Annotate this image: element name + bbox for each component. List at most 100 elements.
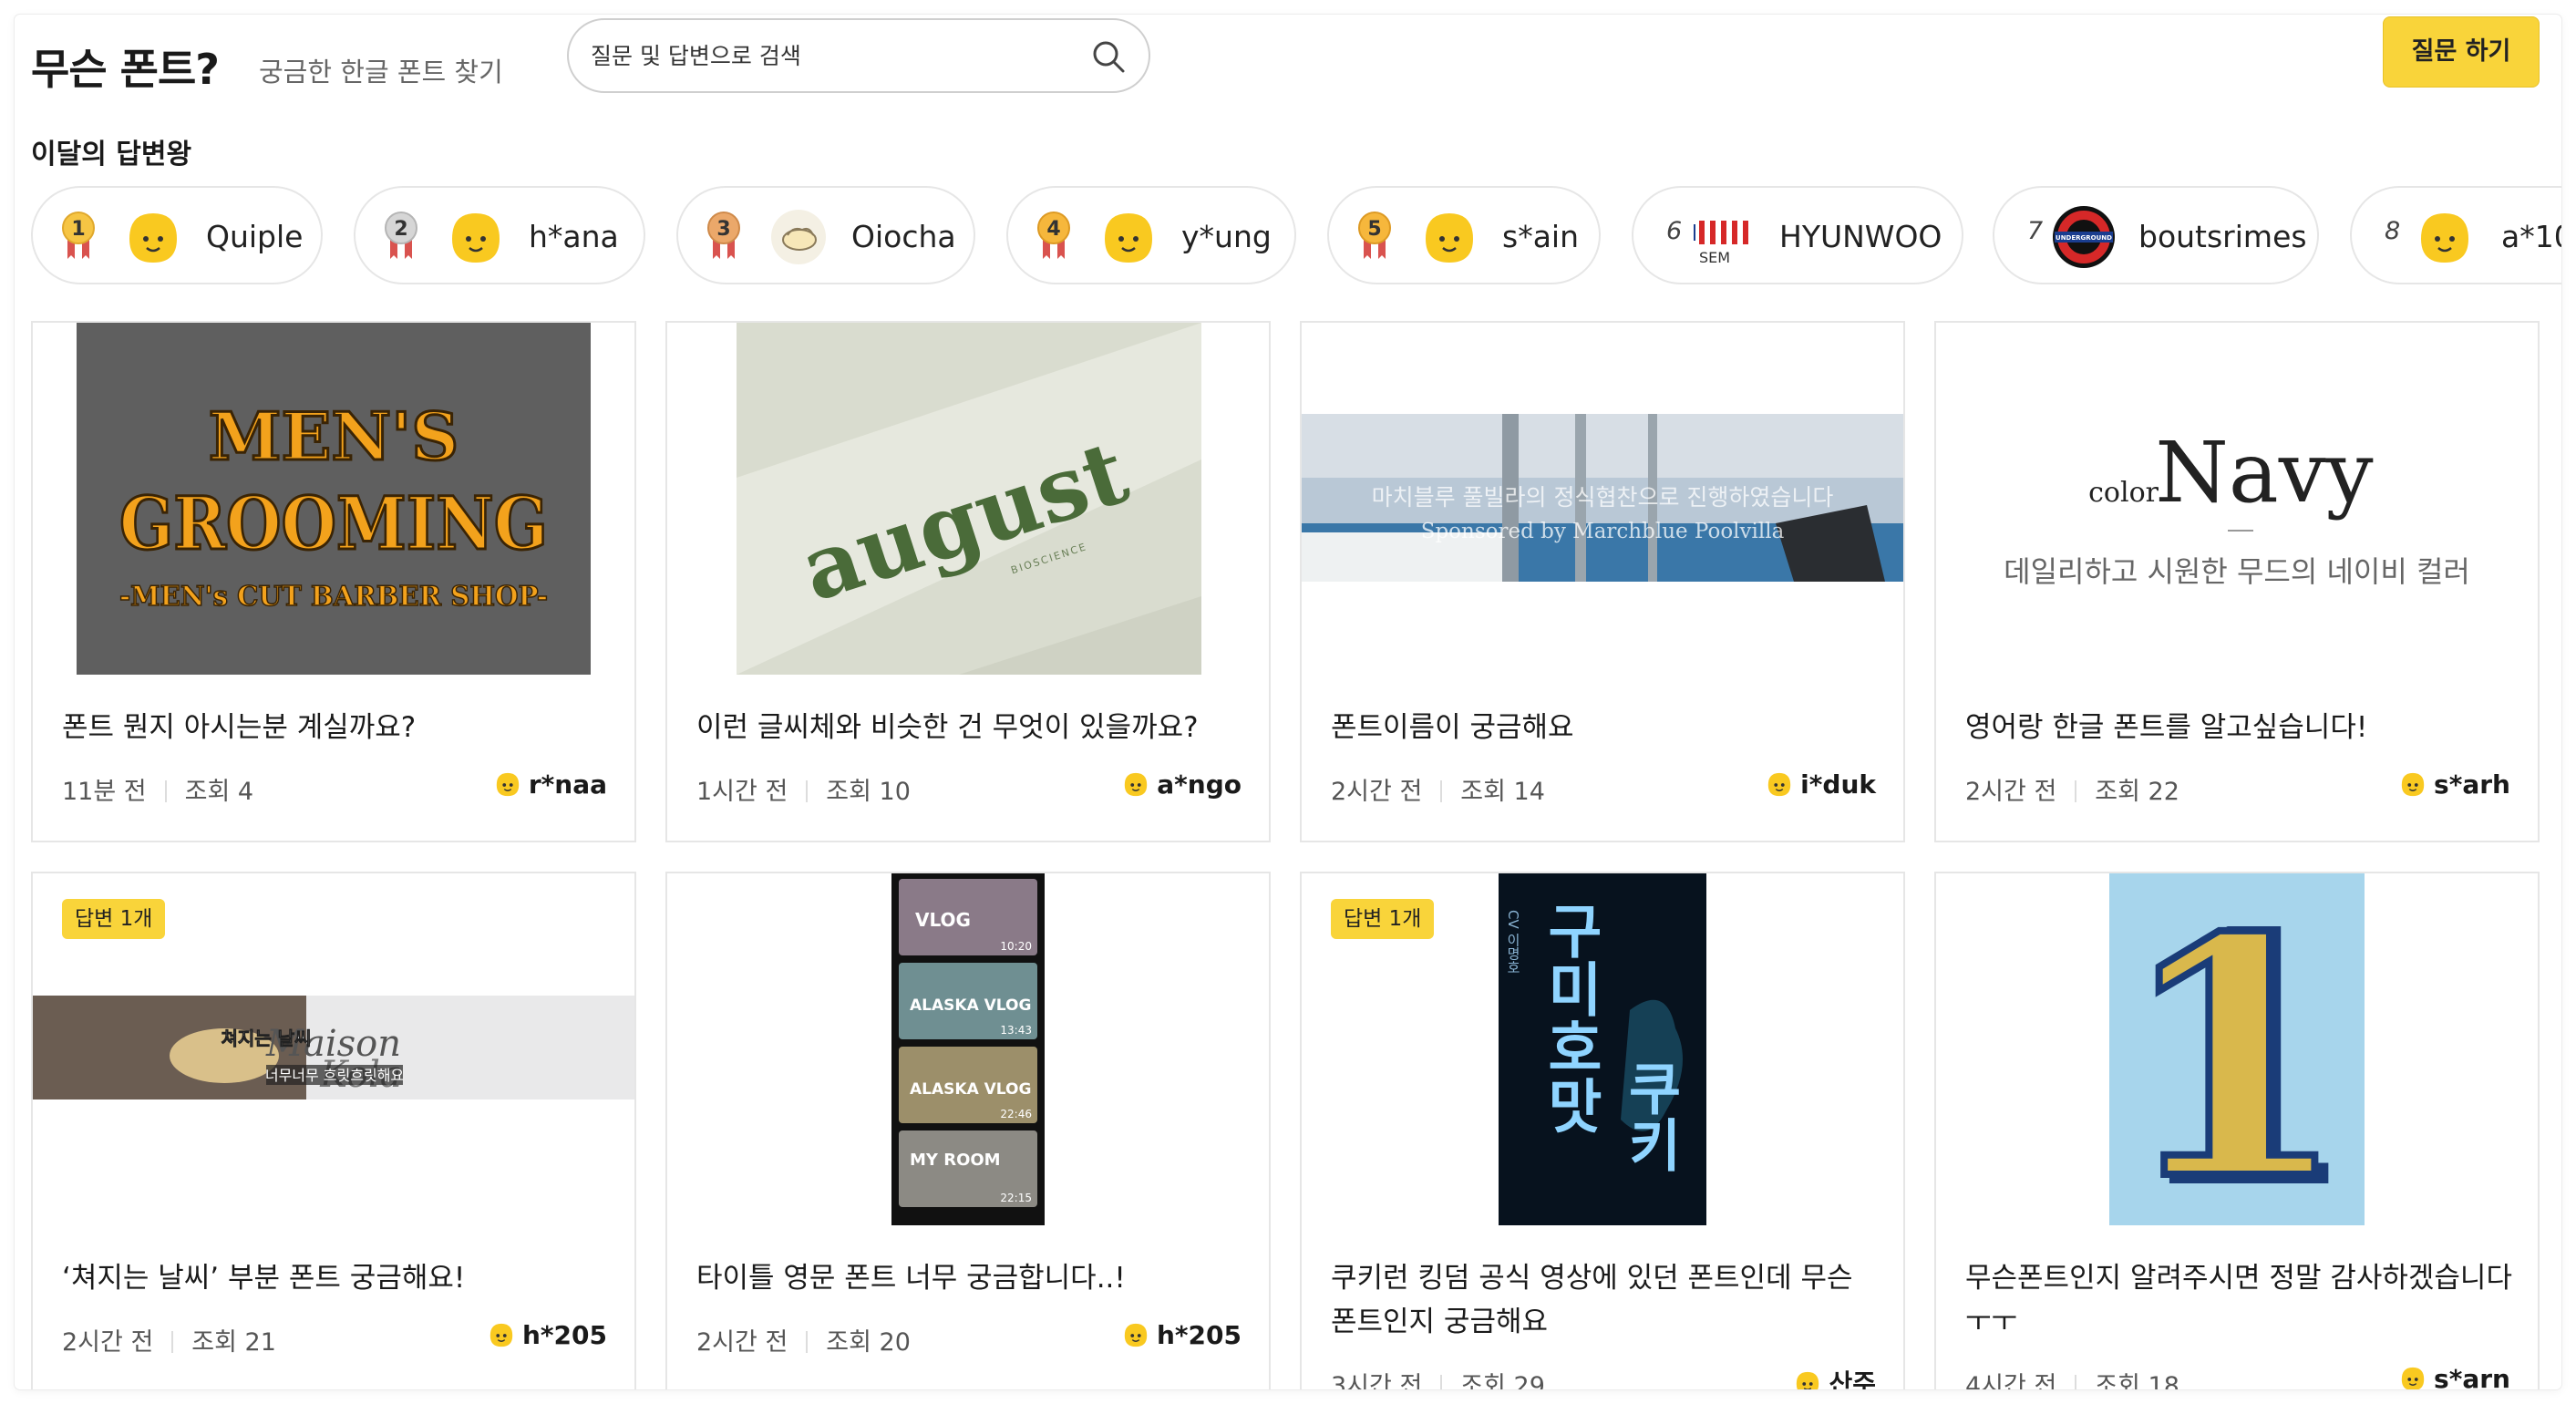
question-meta: 1시간 전 조회 10 xyxy=(696,771,911,807)
posted-time: 1시간 전 xyxy=(696,778,788,806)
meta-divider xyxy=(171,1331,174,1353)
leader-item[interactable]: 6 SEM HYUNWOO xyxy=(1632,186,1963,284)
svg-text:GROOMING: GROOMING xyxy=(119,480,548,566)
meta-divider xyxy=(1440,780,1443,802)
question-card[interactable]: august BIOSCIENCE 이런 글씨체와 비슷한 건 무엇이 있을까요… xyxy=(665,321,1271,842)
question-image[interactable]: color Navy 데일리하고 시원한 무드의 네이비 컬러 xyxy=(1936,323,2538,675)
orange-medal-icon: 4 xyxy=(1037,212,1070,259)
svg-text:쿠키: 쿠키 xyxy=(1617,1059,1684,1172)
question-title[interactable]: 폰트이름이 궁금해요 xyxy=(1331,706,1878,749)
view-count: 조회 18 xyxy=(2095,1372,2179,1389)
svg-text:10:20: 10:20 xyxy=(1000,940,1032,953)
page: 무슨 폰트? 궁금한 한글 폰트 찾기 질문 하기 이달의 답변왕 1 xyxy=(15,15,2561,1389)
svg-text:5: 5 xyxy=(1367,218,1381,241)
meta-divider xyxy=(164,780,167,802)
leaderboard-list: 1 Quiple 2 h*ana 3 Oiocha 4 y*ung 5 s*ai… xyxy=(31,186,2561,288)
question-title[interactable]: 이런 글씨체와 비슷한 건 무엇이 있을까요? xyxy=(696,706,1243,749)
meta-divider xyxy=(2075,780,2077,802)
barber-shop-image: MEN'S GROOMING -MEN's CUT BARBER SHOP- xyxy=(33,323,634,675)
svg-text:VLOG: VLOG xyxy=(915,909,971,931)
leader-item[interactable]: 1 Quiple xyxy=(31,186,323,284)
orange-medal-icon: 5 xyxy=(1358,212,1391,259)
meta-divider xyxy=(2075,1375,2077,1389)
question-card[interactable]: 답변 1개 CV 이명호 구미호맛 쿠키 쿠키런 킹덤 공식 영상에 있던 폰트… xyxy=(1300,872,1905,1389)
svg-text:ALASKA VLOG: ALASKA VLOG xyxy=(910,996,1031,1015)
leader-item[interactable]: 3 Oiocha xyxy=(676,186,975,284)
author[interactable]: s*arh xyxy=(2399,769,2510,800)
question-image[interactable]: 마치블루 풀빌라의 정식협찬으로 진행하였습니다 Sponsored by Ma… xyxy=(1302,323,1903,675)
august-logo-image: august BIOSCIENCE xyxy=(667,323,1269,675)
search-box[interactable] xyxy=(567,18,1150,93)
leader-item[interactable]: 4 y*ung xyxy=(1006,186,1296,284)
svg-text:ALASKA VLOG: ALASKA VLOG xyxy=(910,1080,1031,1099)
svg-text:SEM: SEM xyxy=(1699,249,1730,266)
question-card[interactable]: color Navy 데일리하고 시원한 무드의 네이비 컬러 영어랑 한글 폰… xyxy=(1934,321,2540,842)
bronze-medal-icon: 3 xyxy=(707,212,740,259)
view-count: 조회 20 xyxy=(826,1328,911,1357)
svg-text:CV 이명호: CV 이명호 xyxy=(1505,910,1521,975)
leader-item[interactable]: 2 h*ana xyxy=(354,186,645,284)
leader-item[interactable]: 5 s*ain xyxy=(1327,186,1601,284)
author[interactable]: s*arn xyxy=(2399,1364,2510,1389)
question-meta: 2시간 전 조회 22 xyxy=(1965,771,2179,807)
question-meta: 2시간 전 조회 20 xyxy=(696,1322,911,1358)
smiley-avatar-icon xyxy=(2401,772,2425,797)
svg-text:너무너무 흐릿흐릿해요: 너무너무 흐릿흐릿해요 xyxy=(265,1067,404,1084)
question-title[interactable]: 영어랑 한글 폰트를 알고싶습니다! xyxy=(1965,706,2512,749)
question-card[interactable]: 마치블루 풀빌라의 정식협찬으로 진행하였습니다 Sponsored by Ma… xyxy=(1300,321,1905,842)
author[interactable]: 산주 xyxy=(1794,1364,1876,1389)
leader-name: Quiple xyxy=(206,219,304,254)
author[interactable]: i*duk xyxy=(1766,769,1876,800)
posted-time: 3시간 전 xyxy=(1331,1372,1423,1389)
author[interactable]: h*205 xyxy=(488,1320,607,1350)
posted-time: 2시간 전 xyxy=(696,1328,788,1357)
question-image[interactable]: august BIOSCIENCE xyxy=(667,323,1269,675)
search-input[interactable] xyxy=(591,36,1065,75)
svg-text:마치블루 풀빌라의 정식협찬으로 진행하였습니다: 마치블루 풀빌라의 정식협찬으로 진행하였습니다 xyxy=(1372,484,1834,511)
underground-logo-avatar: UNDERGROUND xyxy=(2053,206,2115,268)
question-title[interactable]: ‘쳐지는 날씨’ 부분 폰트 궁금해요! xyxy=(62,1256,609,1300)
leader-rank: 7 xyxy=(2027,217,2044,245)
svg-text:MEN'S: MEN'S xyxy=(209,397,459,475)
svg-text:Sponsored by Marchblue Poolvil: Sponsored by Marchblue Poolvilla xyxy=(1421,520,1785,543)
search-icon[interactable] xyxy=(1090,38,1127,75)
question-image[interactable]: MEN'S GROOMING -MEN's CUT BARBER SHOP- xyxy=(33,323,634,675)
author[interactable]: a*ngo xyxy=(1122,769,1242,800)
site-logo[interactable]: 무슨 폰트? xyxy=(31,36,220,97)
question-card[interactable]: 1 1 무슨폰트인지 알려주시면 정말 감사하겠습니다 ㅜㅜ 4시간 전 조회 1… xyxy=(1934,872,2540,1389)
leader-item[interactable]: 7 UNDERGROUND boutsrimes xyxy=(1993,186,2319,284)
author[interactable]: r*naa xyxy=(494,769,607,800)
meta-divider xyxy=(1440,1375,1443,1389)
author-name: 산주 xyxy=(1829,1368,1876,1389)
posted-time: 2시간 전 xyxy=(1331,778,1423,806)
leader-rank: 6 xyxy=(1666,217,1683,245)
author[interactable]: h*205 xyxy=(1122,1320,1242,1350)
svg-text:1: 1 xyxy=(2119,873,2348,1225)
smiley-avatar-icon xyxy=(489,1323,513,1347)
answer-count-badge: 답변 1개 xyxy=(1331,899,1435,939)
question-meta: 4시간 전 조회 18 xyxy=(1965,1366,2179,1389)
leader-name: a*10 xyxy=(2501,219,2561,254)
question-title[interactable]: 무슨폰트인지 알려주시면 정말 감사하겠습니다 ㅜㅜ xyxy=(1965,1256,2512,1344)
view-count: 조회 10 xyxy=(826,778,911,806)
posted-time: 2시간 전 xyxy=(1965,778,2057,806)
question-title[interactable]: 폰트 뭔지 아시는분 계실까요? xyxy=(62,706,609,749)
question-title[interactable]: 타이틀 영문 폰트 너무 궁금합니다..! xyxy=(696,1256,1243,1300)
question-title[interactable]: 쿠키런 킹덤 공식 영상에 있던 폰트인데 무슨 폰트인지 궁금해요 xyxy=(1331,1256,1878,1344)
question-image[interactable]: 1 1 xyxy=(1936,873,2538,1225)
author-name: s*arn xyxy=(2434,1364,2510,1389)
smiley-avatar xyxy=(1105,213,1152,263)
meta-divider xyxy=(806,1331,809,1353)
question-image[interactable]: VLOG 10:20 ALASKA VLOG 13:43 ALASKA VLOG… xyxy=(667,873,1269,1225)
question-meta: 3시간 전 조회 29 xyxy=(1331,1366,1545,1389)
view-count: 조회 14 xyxy=(1460,778,1545,806)
question-card[interactable]: VLOG 10:20 ALASKA VLOG 13:43 ALASKA VLOG… xyxy=(665,872,1271,1389)
ask-question-button[interactable]: 질문 하기 xyxy=(2383,16,2540,88)
question-card[interactable]: MEN'S GROOMING -MEN's CUT BARBER SHOP- 폰… xyxy=(31,321,636,842)
leader-rank: 8 xyxy=(2385,217,2401,245)
question-card[interactable]: 답변 1개 Maison Kola 쳐지는 날씨 너무너무 흐릿흐릿해요 ‘쳐지… xyxy=(31,872,636,1389)
leader-item[interactable]: 8 a*10 xyxy=(2350,186,2561,284)
svg-text:22:15: 22:15 xyxy=(1000,1192,1032,1204)
smiley-avatar xyxy=(2421,213,2468,263)
posted-time: 4시간 전 xyxy=(1965,1372,2057,1389)
